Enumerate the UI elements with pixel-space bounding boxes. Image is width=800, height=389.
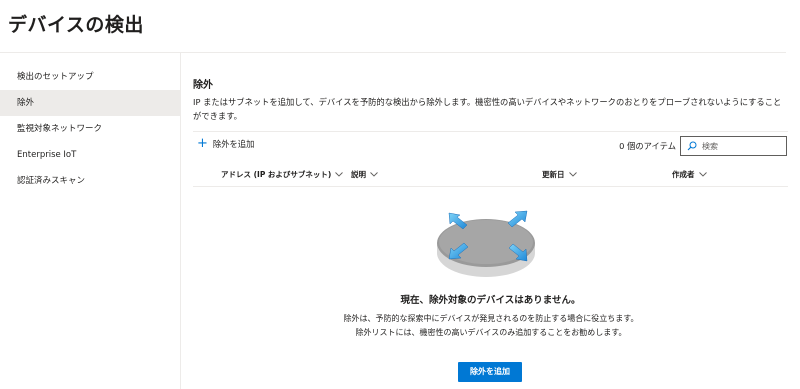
empty-state-title: 現在、除外対象のデバイスはありません。 <box>400 295 581 306</box>
title-divider <box>0 52 786 53</box>
search-input[interactable] <box>702 141 782 151</box>
sidebar-item-authenticated-scans[interactable]: 認証済みスキャン <box>0 168 180 194</box>
search-icon <box>687 141 697 151</box>
column-header-label: 更新日 <box>542 170 565 179</box>
toolbar-divider <box>193 131 788 132</box>
column-header-label: 説明 <box>351 170 366 179</box>
column-header-label: アドレス (IP およびサブネット) <box>221 170 332 179</box>
search-box[interactable] <box>680 136 787 156</box>
add-exclusion-label: 除外を追加 <box>212 139 255 149</box>
column-header-created-by[interactable]: 作成者 <box>672 169 707 180</box>
chevron-down-icon <box>335 172 344 177</box>
sidebar-item-enterprise-iot[interactable]: Enterprise IoT <box>0 142 180 168</box>
chevron-down-icon <box>568 172 577 177</box>
add-exclusion-button[interactable]: + 除外を追加 <box>197 136 255 151</box>
table-header: アドレス (IP およびサブネット) 説明 更新日 作成者 <box>193 163 788 187</box>
page-title: デバイスの検出 <box>8 14 144 36</box>
empty-state-description: 除外は、予防的な探索中にデバイスが発見されるのを防止する場合に役立ちます。除外リ… <box>343 314 639 337</box>
sidebar-divider <box>180 53 181 389</box>
sidebar-item-exclusions[interactable]: 除外 <box>0 90 180 116</box>
chevron-down-icon <box>698 172 707 177</box>
column-header-address[interactable]: アドレス (IP およびサブネット) <box>221 169 344 180</box>
section-title: 除外 <box>193 80 213 91</box>
add-exclusion-primary-button[interactable]: 除外を追加 <box>458 362 522 382</box>
column-header-label: 作成者 <box>672 170 695 179</box>
sidebar-item-monitored-networks[interactable]: 監視対象ネットワーク <box>0 116 180 142</box>
plus-icon: + <box>197 136 208 151</box>
column-header-description[interactable]: 説明 <box>351 169 378 180</box>
sidebar-nav: 検出のセットアップ 除外 監視対象ネットワーク Enterprise IoT 認… <box>0 64 180 194</box>
column-header-updated[interactable]: 更新日 <box>542 169 577 180</box>
sidebar-item-discovery-setup[interactable]: 検出のセットアップ <box>0 64 180 90</box>
item-count: 0 個のアイテム <box>619 141 676 151</box>
section-description: IP またはサブネットを追加して、デバイスを予防的な検出から除外します。機密性の… <box>193 97 782 121</box>
chevron-down-icon <box>370 172 378 177</box>
network-router-icon <box>437 210 535 277</box>
